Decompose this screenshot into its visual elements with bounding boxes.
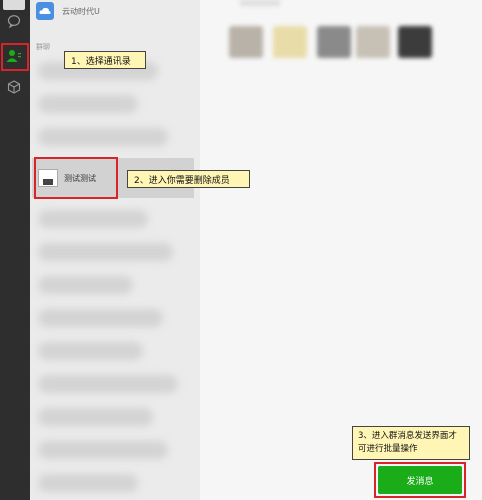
main-content bbox=[200, 0, 482, 500]
list-item[interactable] bbox=[38, 95, 138, 113]
list-item[interactable] bbox=[38, 375, 178, 393]
list-item[interactable] bbox=[38, 408, 153, 426]
list-item[interactable] bbox=[38, 276, 133, 294]
send-message-button[interactable]: 发消息 bbox=[378, 466, 462, 494]
selected-contact-highlight bbox=[34, 157, 118, 199]
step1-callout: 1、选择通讯录 bbox=[64, 51, 146, 69]
list-item[interactable] bbox=[38, 128, 168, 146]
contact-list-panel[interactable]: 云动时代U 群聊 测试测试 bbox=[30, 0, 200, 500]
user-avatar[interactable] bbox=[3, 0, 25, 10]
contacts-highlight bbox=[1, 43, 29, 71]
list-item[interactable] bbox=[38, 210, 148, 228]
cloud-icon bbox=[36, 2, 54, 20]
step3-callout: 3、进入群消息发送界面才可进行批量操作 bbox=[352, 426, 470, 460]
section-header: 群聊 bbox=[36, 43, 50, 51]
contact-item-top[interactable]: 云动时代U bbox=[36, 0, 100, 22]
chat-icon[interactable] bbox=[5, 12, 23, 30]
list-item[interactable] bbox=[38, 474, 138, 492]
member-avatar[interactable] bbox=[229, 26, 263, 58]
list-item[interactable] bbox=[38, 342, 143, 360]
member-avatar[interactable] bbox=[317, 26, 351, 58]
list-item[interactable] bbox=[38, 243, 173, 261]
member-avatar[interactable] bbox=[273, 26, 307, 58]
list-item[interactable] bbox=[38, 309, 163, 327]
contact-name: 云动时代U bbox=[62, 6, 100, 16]
list-item[interactable] bbox=[38, 441, 168, 459]
cube-icon[interactable] bbox=[5, 78, 23, 96]
member-avatar[interactable] bbox=[356, 26, 390, 58]
header-placeholder bbox=[240, 0, 280, 6]
app-sidebar bbox=[0, 0, 30, 500]
step2-callout: 2、进入你需要删除成员 bbox=[127, 170, 250, 188]
member-avatar[interactable] bbox=[398, 26, 432, 58]
